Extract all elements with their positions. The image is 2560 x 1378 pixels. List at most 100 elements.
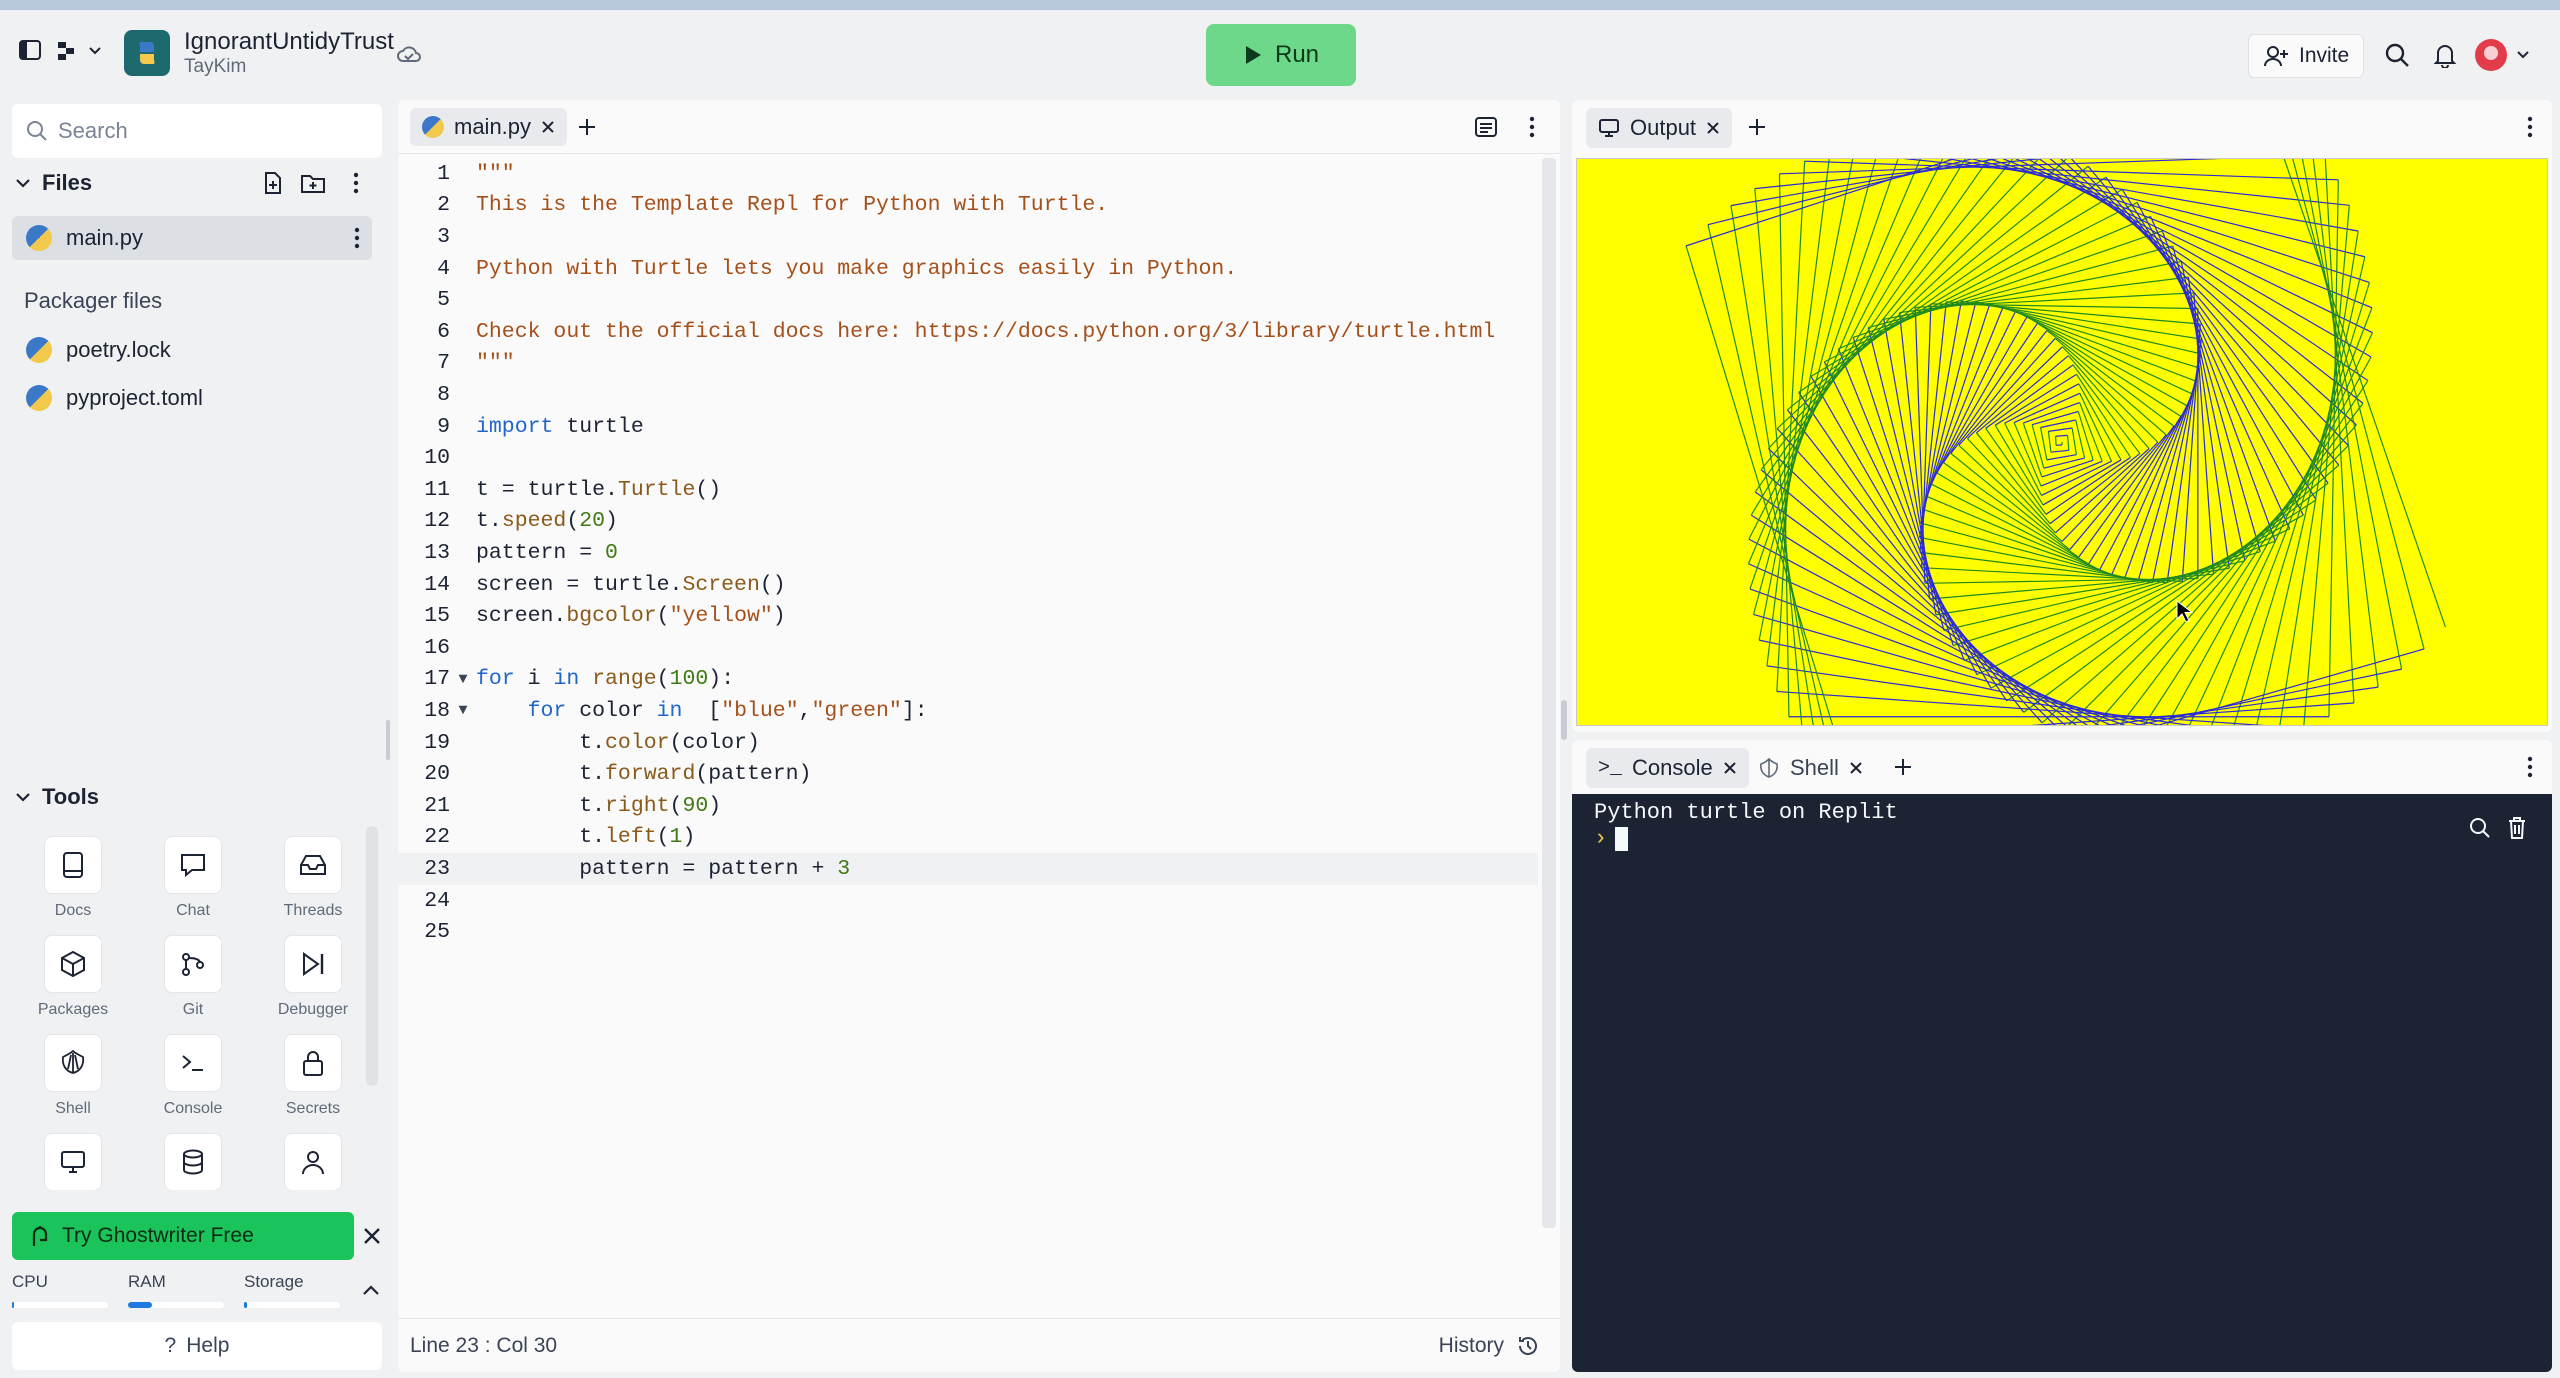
- tab-shell[interactable]: Shell: [1746, 748, 1875, 788]
- tool-database[interactable]: [138, 1133, 248, 1190]
- tool-packages[interactable]: Packages: [18, 935, 128, 1030]
- tool-auth[interactable]: [258, 1133, 368, 1190]
- chevron-up-icon[interactable]: [358, 1278, 384, 1302]
- editor-settings-icon[interactable]: [1472, 114, 1500, 140]
- turtle-stroke: [1685, 100, 2137, 247]
- tool-label: Shell: [55, 1100, 91, 1117]
- history-button-label[interactable]: History: [1439, 1334, 1504, 1358]
- sidebar-toggle-icon[interactable]: [16, 36, 44, 64]
- notifications-bell-icon[interactable]: [2430, 40, 2460, 70]
- run-button[interactable]: Run: [1206, 24, 1356, 86]
- fold-toggle-icon[interactable]: ▼: [450, 671, 476, 688]
- tools-section-header[interactable]: Tools: [14, 784, 99, 810]
- files-section-header[interactable]: Files: [14, 170, 92, 196]
- editor-scrollbar[interactable]: [1542, 158, 1556, 1228]
- sidebar-resize-handle[interactable]: [386, 720, 390, 760]
- code-line[interactable]: 16: [398, 632, 1538, 664]
- code-line[interactable]: 18 ▼ for color in ["blue","green"]:: [398, 695, 1538, 727]
- tool-chat[interactable]: Chat: [138, 836, 248, 931]
- code-line[interactable]: 19 t.color(color): [398, 727, 1538, 759]
- code-line[interactable]: 25: [398, 916, 1538, 948]
- file-item-pyproject-toml[interactable]: pyproject.toml: [12, 376, 372, 420]
- tool-console[interactable]: Console: [138, 1034, 248, 1129]
- close-icon[interactable]: [360, 1224, 384, 1248]
- file-more-icon[interactable]: [354, 227, 360, 249]
- console-more-icon[interactable]: [2522, 754, 2538, 780]
- try-ghostwriter-button[interactable]: Try Ghostwriter Free: [12, 1212, 354, 1260]
- close-tab-icon[interactable]: [1849, 761, 1863, 775]
- console-terminal[interactable]: Python turtle on Replit ›: [1572, 794, 2552, 1372]
- code-line[interactable]: 6 Check out the official docs here: https…: [398, 316, 1538, 348]
- console-output: Python turtle on Replit: [1594, 800, 1898, 825]
- tab-main-py[interactable]: main.py: [410, 108, 568, 146]
- code-text: pattern = 0: [476, 540, 618, 565]
- code-line[interactable]: 2 This is the Template Repl for Python wi…: [398, 190, 1538, 222]
- code-line[interactable]: 23 pattern = pattern + 3: [398, 853, 1538, 885]
- tab-output[interactable]: Output: [1586, 108, 1733, 148]
- help-button[interactable]: ? Help: [12, 1322, 382, 1370]
- code-line[interactable]: 14 screen = turtle.Screen(): [398, 569, 1538, 601]
- editor-more-icon[interactable]: [1524, 114, 1540, 140]
- tool-webview[interactable]: [18, 1133, 128, 1190]
- close-tab-icon[interactable]: [1723, 761, 1737, 775]
- repl-name[interactable]: IgnorantUntidyTrust: [184, 28, 394, 56]
- new-folder-icon[interactable]: [300, 170, 326, 196]
- text-cursor: [1615, 826, 1629, 851]
- code-line[interactable]: 5: [398, 284, 1538, 316]
- code-line[interactable]: 15 screen.bgcolor("yellow"): [398, 600, 1538, 632]
- search-icon[interactable]: [2382, 40, 2412, 70]
- files-more-icon[interactable]: [346, 170, 366, 196]
- repl-owner[interactable]: TayKim: [184, 56, 246, 78]
- file-item-main-py[interactable]: main.py: [12, 216, 372, 260]
- add-tab-icon[interactable]: [1744, 114, 1770, 140]
- add-tab-icon[interactable]: [1890, 754, 1916, 780]
- turtle-stroke: [2004, 383, 2080, 424]
- new-file-icon[interactable]: [260, 170, 286, 196]
- add-tab-icon[interactable]: [574, 114, 600, 140]
- pane-resize-handle[interactable]: [1561, 700, 1567, 740]
- tab-label: main.py: [454, 114, 532, 139]
- invite-button[interactable]: Invite: [2248, 34, 2365, 78]
- file-item-poetry-lock[interactable]: poetry.lock: [12, 328, 372, 372]
- tool-label: Chat: [176, 902, 210, 919]
- replit-menu-icon[interactable]: [56, 36, 104, 64]
- packager-files-heading: Packager files: [24, 288, 163, 313]
- output-more-icon[interactable]: [2522, 114, 2538, 140]
- console-prompt-line: ›: [1594, 826, 1629, 851]
- repl-avatar-icon[interactable]: [124, 30, 170, 76]
- code-line[interactable]: 11 t = turtle.Turtle(): [398, 474, 1538, 506]
- turtle-stroke: [1957, 129, 2373, 334]
- cursor-position: Line 23 : Col 30: [410, 1333, 558, 1357]
- search-input[interactable]: Search: [12, 104, 382, 158]
- close-tab-icon[interactable]: [1706, 121, 1720, 135]
- code-line[interactable]: 12 t.speed(20): [398, 506, 1538, 538]
- tool-threads[interactable]: Threads: [258, 836, 368, 931]
- code-line[interactable]: 4 Python with Turtle lets you make graphi…: [398, 253, 1538, 285]
- trash-icon[interactable]: [2506, 816, 2528, 840]
- code-line[interactable]: 10: [398, 442, 1538, 474]
- tool-shell[interactable]: Shell: [18, 1034, 128, 1129]
- user-avatar-menu[interactable]: [2474, 38, 2534, 72]
- tab-console[interactable]: >_ Console: [1586, 748, 1749, 788]
- tool-git[interactable]: Git: [138, 935, 248, 1030]
- tool-docs[interactable]: Docs: [18, 836, 128, 931]
- history-icon[interactable]: [1516, 1334, 1540, 1358]
- tool-label: Secrets: [285, 1100, 341, 1117]
- search-icon[interactable]: [2468, 816, 2492, 840]
- close-tab-icon[interactable]: [541, 120, 555, 134]
- code-line[interactable]: 20 t.forward(pattern): [398, 758, 1538, 790]
- code-line[interactable]: 8: [398, 379, 1538, 411]
- code-line[interactable]: 7 """: [398, 348, 1538, 380]
- fold-toggle-icon[interactable]: ▼: [450, 702, 476, 719]
- code-line[interactable]: 3: [398, 221, 1538, 253]
- tool-debugger[interactable]: Debugger: [258, 935, 368, 1030]
- tool-secrets[interactable]: Secrets: [258, 1034, 368, 1129]
- code-line[interactable]: 1 """: [398, 158, 1538, 190]
- code-line[interactable]: 9 import turtle: [398, 411, 1538, 443]
- code-line[interactable]: 17 ▼ for i in range(100):: [398, 664, 1538, 696]
- code-line[interactable]: 21 t.right(90): [398, 790, 1538, 822]
- code-line[interactable]: 22 t.left(1): [398, 822, 1538, 854]
- code-line[interactable]: 13 pattern = 0: [398, 537, 1538, 569]
- code-line[interactable]: 24: [398, 885, 1538, 917]
- turtle-canvas[interactable]: [1576, 100, 2548, 732]
